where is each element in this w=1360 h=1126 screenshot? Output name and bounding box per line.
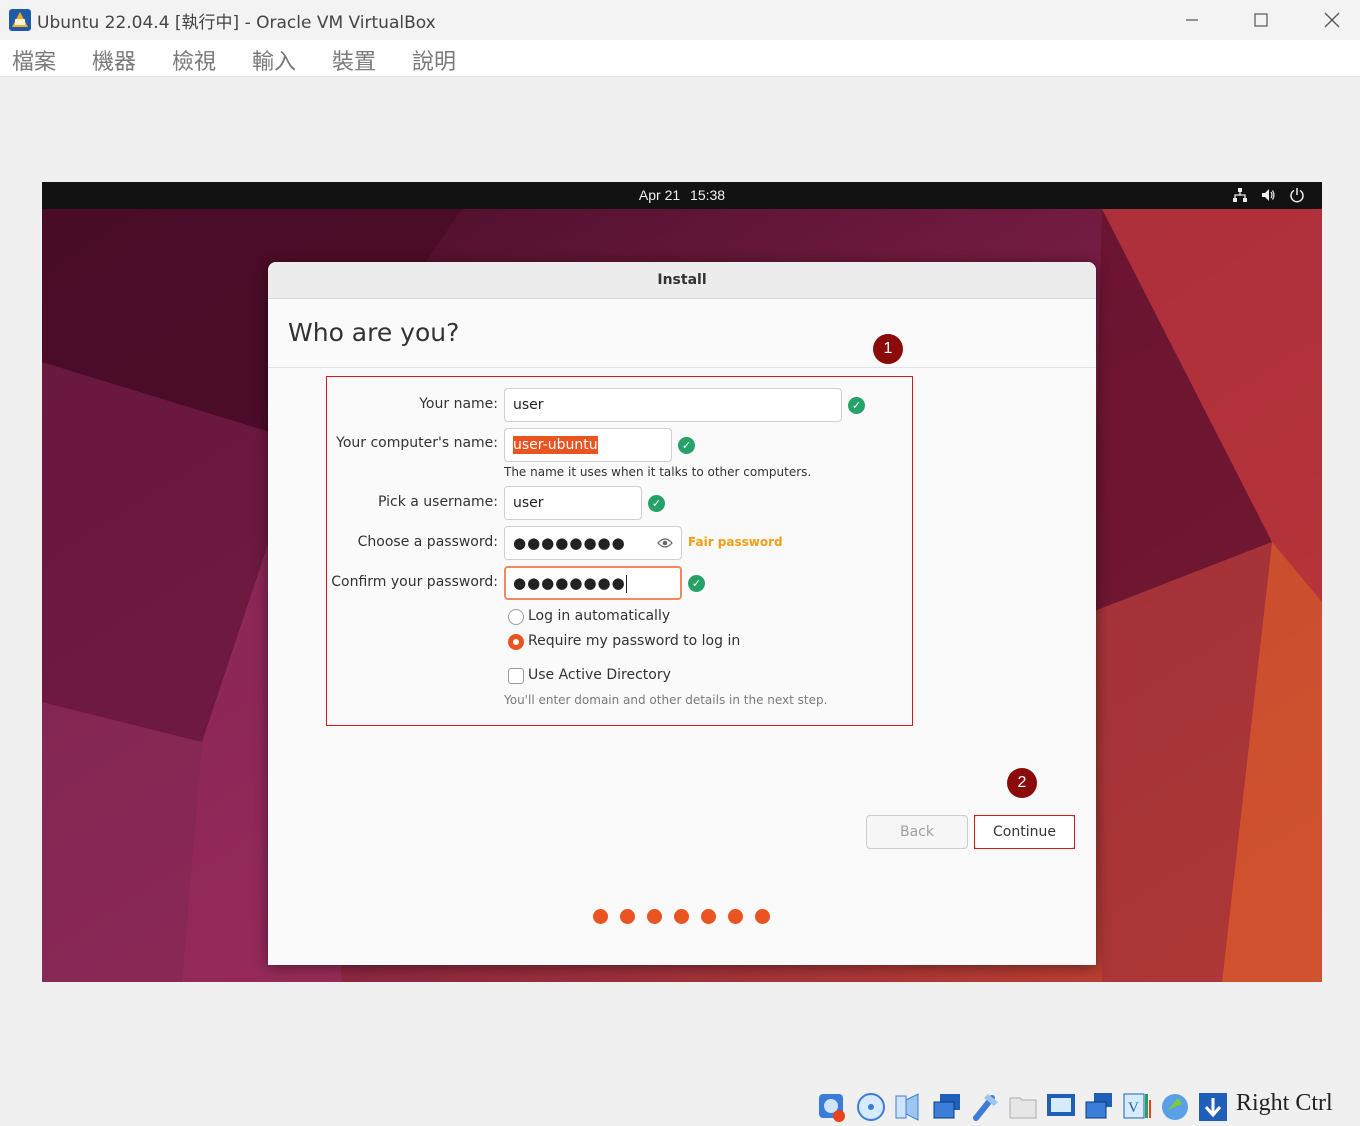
close-icon: [1324, 12, 1340, 28]
optical-disk-icon[interactable]: [856, 1090, 886, 1122]
divider: [268, 367, 1096, 368]
close-button[interactable]: [1297, 0, 1360, 40]
progress-dot: [620, 909, 635, 924]
annotation-box-2: [974, 815, 1075, 849]
snapshot-icon[interactable]: [1084, 1090, 1114, 1122]
menu-machine[interactable]: 機器: [92, 44, 136, 76]
menubar: 檔案 機器 檢視 輸入 裝置 說明: [0, 40, 1360, 77]
progress-dot: [701, 909, 716, 924]
svg-text:V: V: [1128, 1100, 1139, 1116]
volume-icon[interactable]: [1260, 187, 1276, 203]
back-button[interactable]: Back: [866, 815, 968, 849]
audio-icon[interactable]: [894, 1090, 924, 1122]
network-adapter-icon[interactable]: [932, 1090, 962, 1122]
progress-dot: [647, 909, 662, 924]
page-title: Who are you?: [288, 318, 460, 347]
clock[interactable]: Apr 21 15:38: [42, 187, 1322, 203]
shared-folder-icon[interactable]: [1008, 1090, 1038, 1122]
menu-view[interactable]: 檢視: [172, 44, 216, 76]
mouse-integration-icon[interactable]: [1160, 1090, 1190, 1122]
vbox-statusbar: V Right Ctrl: [0, 1086, 1360, 1126]
clock-date: Apr 21: [638, 187, 681, 203]
harddisk-icon[interactable]: [817, 1090, 847, 1122]
progress-dot: [674, 909, 689, 924]
power-icon[interactable]: [1289, 187, 1305, 203]
dialog-title: Install: [268, 262, 1096, 299]
window-title: Ubuntu 22.04.4 [執行中] - Oracle VM Virtual…: [37, 13, 436, 33]
display-icon[interactable]: [1046, 1090, 1076, 1122]
minimize-button[interactable]: [1157, 0, 1227, 40]
window-titlebar: Ubuntu 22.04.4 [執行中] - Oracle VM Virtual…: [0, 0, 1360, 40]
clock-time: 15:38: [690, 187, 726, 203]
annotation-box-1: [326, 376, 913, 726]
menu-help[interactable]: 說明: [412, 44, 456, 76]
progress-dot: [755, 909, 770, 924]
minimize-icon: [1186, 19, 1198, 21]
progress-dot: [728, 909, 743, 924]
maximize-button[interactable]: [1226, 0, 1296, 40]
menu-devices[interactable]: 裝置: [332, 44, 376, 76]
menu-input[interactable]: 輸入: [252, 44, 296, 76]
maximize-icon: [1254, 13, 1268, 27]
virtualbox-icon: [9, 9, 31, 31]
network-icon[interactable]: [1232, 187, 1248, 203]
gnome-top-bar: Apr 21 15:38: [42, 182, 1322, 209]
host-key-label: Right Ctrl: [1236, 1090, 1333, 1116]
menu-file[interactable]: 檔案: [12, 44, 56, 76]
vt-x-icon[interactable]: V: [1122, 1090, 1152, 1122]
annotation-badge-2: 2: [1007, 768, 1037, 798]
annotation-badge-1: 1: [873, 334, 903, 364]
progress-dot: [593, 909, 608, 924]
usb-icon[interactable]: [970, 1090, 1000, 1122]
keyboard-capture-icon[interactable]: [1198, 1090, 1228, 1122]
